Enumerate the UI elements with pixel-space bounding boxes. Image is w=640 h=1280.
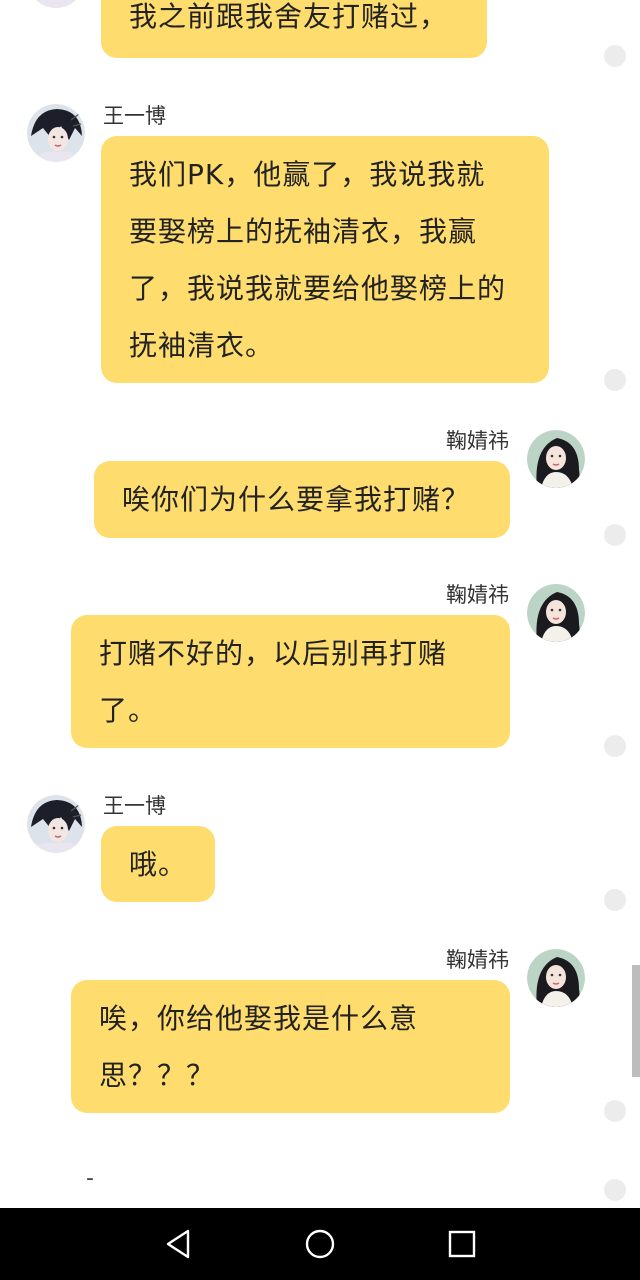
wang-yibo-avatar[interactable] — [27, 0, 85, 8]
message-status-dot — [604, 1100, 626, 1122]
navigation-bar — [0, 1208, 640, 1280]
ju-jingyi-avatar[interactable] — [527, 430, 585, 488]
message-line: 要娶榜上的抚袖清衣，我赢 — [129, 215, 478, 248]
message-bubble[interactable]: 我之前跟我舍友打赌过， — [101, 0, 487, 58]
scrollbar[interactable] — [632, 965, 640, 1077]
message-bubble[interactable]: 打赌不好的，以后别再打赌 了。 — [71, 615, 510, 748]
circle-home-icon — [305, 1229, 335, 1259]
back-button[interactable] — [156, 1222, 200, 1266]
message-text: 唉你们为什么要拿我打赌？ — [122, 483, 471, 516]
triangle-back-icon — [166, 1229, 190, 1259]
message-line: 了，我说我就要给他娶榜上的 — [129, 272, 507, 305]
message-bubble[interactable]: 唉你们为什么要拿我打赌？ — [94, 461, 510, 538]
chat-screen: 我之前跟我舍友打赌过， 王一博 我们PK，他赢了，我说我就 要娶榜上的抚袖清衣，… — [0, 0, 640, 1280]
message-status-dot — [604, 45, 626, 67]
message-status-dot — [604, 524, 626, 546]
message-line: 了。 — [99, 694, 158, 727]
sender-name: 鞠婧祎 — [446, 948, 509, 972]
home-button[interactable] — [298, 1222, 342, 1266]
message-bubble[interactable]: 哦。 — [101, 826, 215, 902]
ju-jingyi-avatar[interactable] — [527, 949, 585, 1007]
message-status-dot — [604, 1179, 626, 1201]
wang-yibo-avatar[interactable] — [27, 104, 85, 162]
message-line: 我们PK，他赢了，我说我就 — [129, 158, 486, 191]
draft-text: - — [86, 1166, 94, 1191]
message-bubble[interactable]: 我们PK，他赢了，我说我就 要娶榜上的抚袖清衣，我赢 了，我说我就要给他娶榜上的… — [101, 136, 549, 383]
message-text: 我之前跟我舍友打赌过， — [129, 0, 449, 33]
sender-name: 王一博 — [103, 104, 166, 128]
message-status-dot — [604, 889, 626, 911]
recents-button[interactable] — [440, 1222, 484, 1266]
message-text: 哦。 — [129, 848, 188, 881]
sender-name: 鞠婧祎 — [446, 429, 509, 453]
wang-yibo-avatar[interactable] — [27, 795, 85, 853]
sender-name: 鞠婧祎 — [446, 583, 509, 607]
message-status-dot — [604, 735, 626, 757]
message-line: 抚袖清衣。 — [129, 329, 275, 362]
square-recents-icon — [448, 1230, 476, 1258]
ju-jingyi-avatar[interactable] — [527, 584, 585, 642]
message-line: 唉，你给他娶我是什么意 — [99, 1002, 419, 1035]
message-line: 打赌不好的，以后别再打赌 — [99, 637, 448, 670]
message-line: 思？？？ — [99, 1059, 216, 1092]
message-status-dot — [604, 369, 626, 391]
message-bubble[interactable]: 唉，你给他娶我是什么意 思？？？ — [71, 980, 510, 1113]
sender-name: 王一博 — [103, 794, 166, 818]
